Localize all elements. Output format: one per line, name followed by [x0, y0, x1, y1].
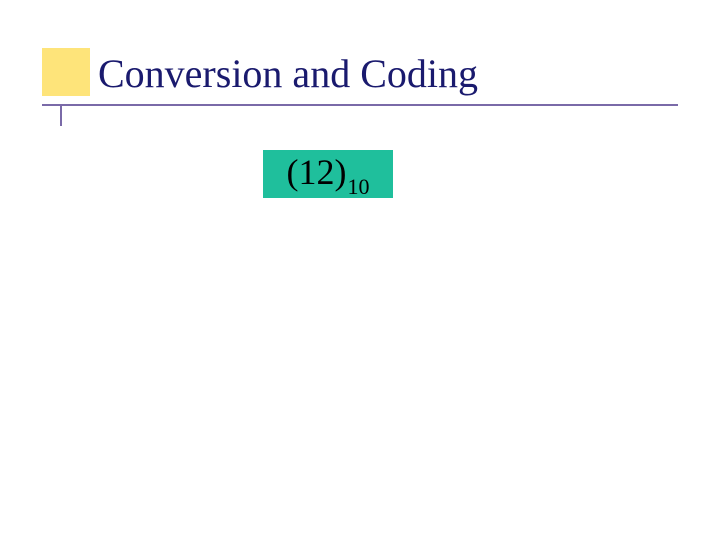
accent-square: [42, 48, 90, 96]
slide-header: Conversion and Coding: [0, 48, 720, 118]
formula-subscript: 10: [347, 174, 369, 200]
title-tick-mark: [60, 104, 62, 126]
title-underline: [42, 104, 678, 106]
formula-highlight-box: (12) 10: [263, 150, 393, 198]
slide-title: Conversion and Coding: [98, 50, 478, 97]
formula-main-text: (12): [287, 154, 347, 190]
